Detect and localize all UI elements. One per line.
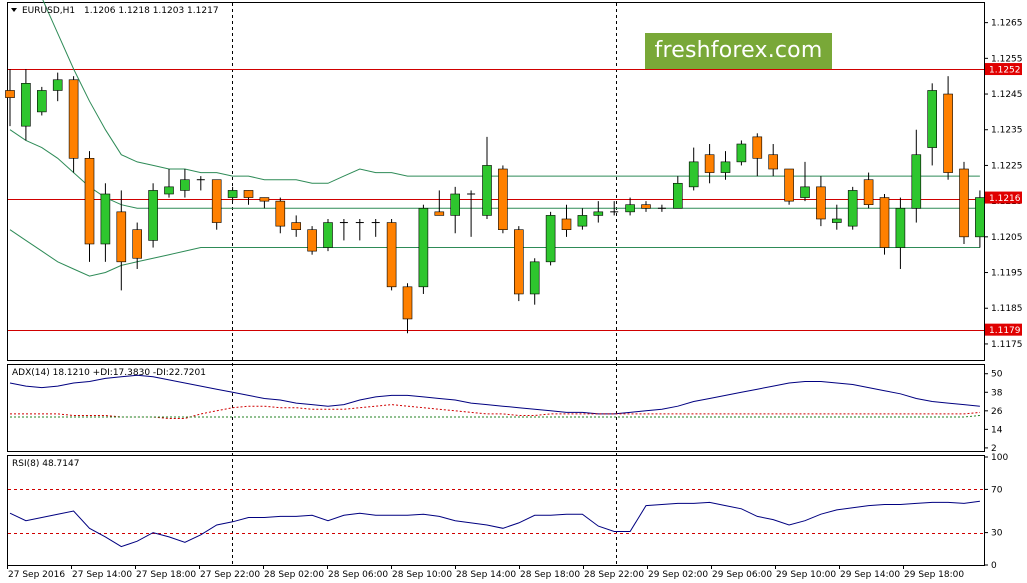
candle-body [529,261,540,295]
candle-body [545,215,556,263]
rsi-y-tick-label: 100 [991,453,1008,463]
candle-body [704,154,715,173]
candle-body [84,157,95,245]
main-panel-frame [7,2,985,361]
candle-body [688,161,699,188]
y-tick-label: 1.1205 [991,233,1023,243]
y-tick-label: 1.1255 [991,54,1023,64]
y-tick-label: 1.1265 [991,19,1023,29]
adx-y-tick-label: 38 [991,388,1003,398]
x-tick-label: 28 Sep 02:00 [264,570,324,580]
chart-canvas: 1.12651.12551.12451.12351.12251.12151.12… [5,0,1023,580]
candle-body [927,90,938,148]
price-label-text: 1.1252 [989,66,1021,76]
candle-body [641,204,651,209]
x-tick-label: 28 Sep 22:00 [584,570,644,580]
ohlc-label: 1.1206 1.1218 1.1203 1.1217 [84,6,219,16]
candle-body [847,190,858,227]
candle-body [402,286,413,320]
x-tick-label: 29 Sep 14:00 [840,570,900,580]
candle-body [513,229,524,295]
candle-body [386,222,397,288]
candle-body [418,207,429,288]
candle-body [132,229,142,259]
candle-body [52,79,63,91]
adx-y-tick-label: 26 [991,407,1003,417]
candle-body [164,186,174,195]
x-tick-label: 28 Sep 06:00 [328,570,388,580]
y-tick-label: 1.1245 [991,90,1023,100]
candle-body [943,93,953,173]
candle-body [959,168,969,238]
candle-body [975,197,985,238]
candle-body [21,83,31,127]
candle-body [672,182,683,209]
x-tick-label: 29 Sep 02:00 [648,570,708,580]
y-tick-label: 1.1225 [991,161,1023,171]
candle-body [784,168,794,202]
candle-body [816,186,826,220]
candle-body [307,229,317,252]
candle-body [911,154,922,209]
candle-body [768,154,779,170]
x-tick-label: 27 Sep 2016 [8,570,65,580]
x-tick-label: 27 Sep 22:00 [200,570,260,580]
candle-body [498,168,508,230]
x-tick-label: 29 Sep 06:00 [712,570,772,580]
candle-body [800,186,810,198]
y-tick-label: 1.1235 [991,126,1023,136]
candle-body [482,165,492,216]
rsi-panel-frame [7,455,985,566]
rsi-y-tick-label: 70 [991,485,1003,495]
candle-body [434,211,445,216]
candle-body [227,190,238,198]
candle-body [593,211,604,216]
candle-body [720,161,731,173]
y-tick-label: 1.1185 [991,304,1023,314]
candle-body [68,79,79,159]
x-tick-label: 28 Sep 18:00 [520,570,580,580]
candle-body [100,193,111,245]
x-tick-label: 27 Sep 14:00 [72,570,132,580]
candle-body [259,197,270,202]
rsi-y-tick-label: 0 [991,561,997,571]
symbol-label: EURUSD,H1 [22,6,75,16]
candle-body [625,204,635,213]
candle-body [180,179,190,191]
candle-body [5,90,15,98]
candle-body [831,218,842,223]
candle-body [752,136,763,159]
adx-y-tick-label: 50 [991,370,1003,380]
candle-body [736,143,747,163]
price-label-text: 1.1179 [989,326,1021,336]
candle-body [211,179,222,223]
candle-body [561,218,572,230]
x-tick-label: 28 Sep 14:00 [456,570,516,580]
candle-body [243,190,254,198]
rsi-label: RSI(8) 48.7147 [12,459,79,469]
y-tick-label: 1.1175 [991,340,1023,350]
watermark-logo: freshforex.com [645,33,832,69]
candle-body [895,207,906,248]
adx-label: ADX(14) 18.1210 +DI:17.3830 -DI:22.7201 [12,368,206,378]
candle-body [879,197,890,248]
x-tick-label: 27 Sep 18:00 [136,570,196,580]
rsi-y-tick-label: 30 [991,529,1003,539]
x-tick-label: 29 Sep 18:00 [904,570,964,580]
candle-body [323,222,333,248]
x-tick-label: 28 Sep 10:00 [392,570,452,580]
price-label-text: 1.1216 [989,194,1021,204]
candle-body [577,215,588,227]
x-tick-label: 29 Sep 10:00 [776,570,836,580]
candle-body [863,179,874,206]
candle-body [148,190,158,241]
y-tick-label: 1.1195 [991,269,1023,279]
adx-y-tick-label: 14 [991,425,1003,435]
candle-body [450,193,461,216]
candle-body [36,90,47,113]
candle-body [291,222,302,230]
candle-body [116,211,127,263]
candle-body [275,200,286,227]
